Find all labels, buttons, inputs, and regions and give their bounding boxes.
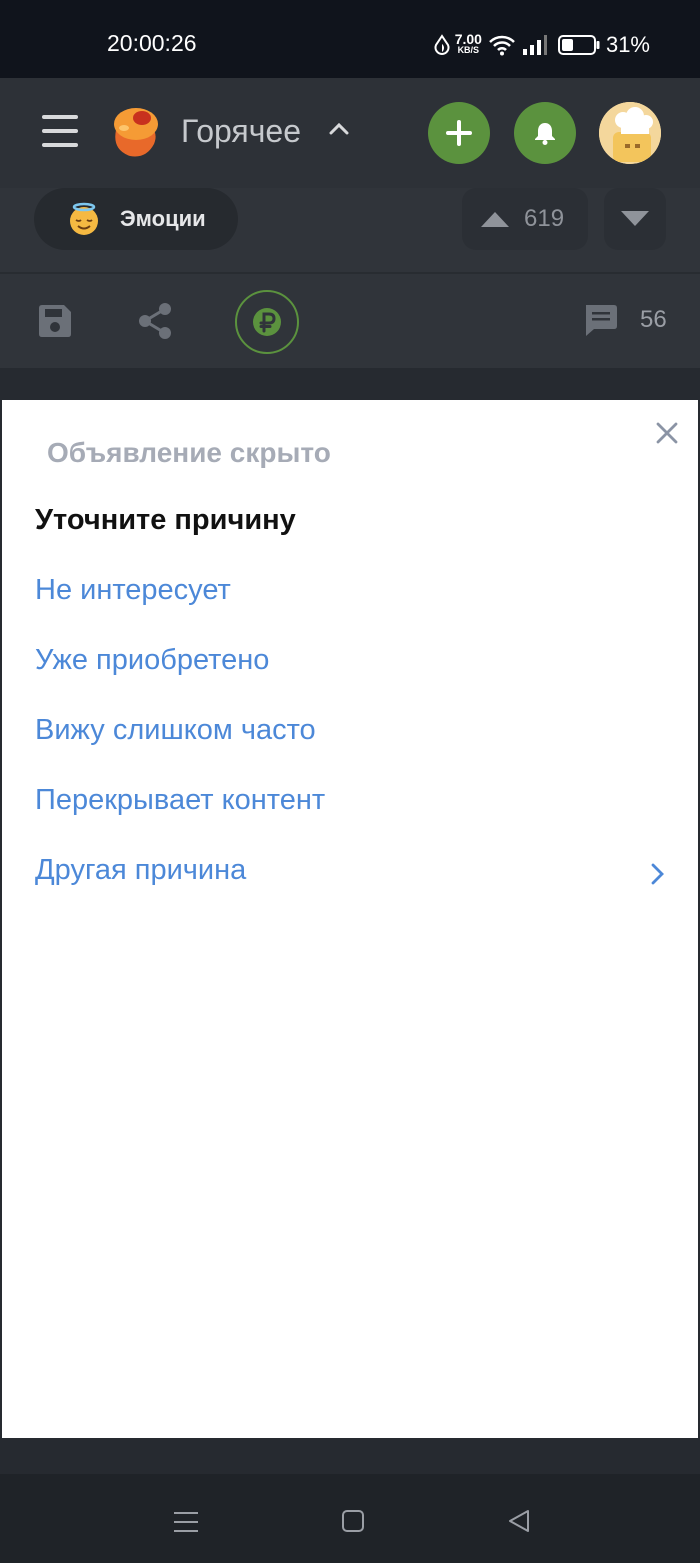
- donate-button[interactable]: [235, 290, 299, 354]
- share-icon[interactable]: [137, 302, 173, 345]
- angel-face-icon: [66, 201, 102, 237]
- comments-button[interactable]: 56: [582, 303, 667, 337]
- save-icon[interactable]: [36, 302, 74, 345]
- dialog-title: Объявление скрыто: [47, 437, 331, 468]
- chevron-up-icon[interactable]: [328, 118, 350, 145]
- comments-count: 56: [640, 306, 667, 333]
- recent-apps-icon[interactable]: [173, 1510, 199, 1539]
- notifications-button[interactable]: [514, 102, 576, 164]
- data-saver-icon: [433, 34, 451, 56]
- triangle-up-icon: [481, 212, 509, 227]
- tag-label: Эмоции: [120, 206, 206, 231]
- app-header: Горячее: [0, 78, 700, 190]
- downvote-button[interactable]: [604, 188, 666, 250]
- ruble-icon: [253, 308, 281, 336]
- reason-not-interested[interactable]: Не интересует: [35, 574, 231, 607]
- reason-already-bought[interactable]: Уже приобретено: [35, 644, 269, 677]
- reason-covers-content[interactable]: Перекрывает контент: [35, 784, 325, 817]
- feed-title[interactable]: Горячее: [181, 113, 301, 150]
- status-time: 20:00:26: [107, 30, 197, 56]
- hamburger-icon[interactable]: [42, 115, 78, 151]
- network-speed: 7.00 KB/S: [454, 31, 482, 55]
- pikabu-logo-icon[interactable]: [106, 104, 162, 160]
- status-bar: 20:00:26 7.00 KB/S 31%: [0, 0, 700, 78]
- status-icons: 7.00 KB/S 31%: [433, 32, 650, 58]
- triangle-down-icon: [621, 211, 649, 226]
- close-icon[interactable]: [654, 420, 680, 446]
- add-post-button[interactable]: [428, 102, 490, 164]
- dialog-heading: Уточните причину: [35, 504, 296, 536]
- battery-icon: [557, 34, 600, 56]
- signal-icon: [522, 34, 548, 56]
- home-icon[interactable]: [341, 1509, 365, 1538]
- ad-hidden-dialog: Объявление скрыто Уточните причину Не ин…: [2, 400, 698, 1438]
- back-icon[interactable]: [507, 1508, 531, 1539]
- wifi-icon: [488, 34, 516, 56]
- rating-count: 619: [524, 205, 565, 232]
- bell-icon: [535, 123, 555, 145]
- reason-other[interactable]: Другая причина: [35, 854, 246, 887]
- upvote-button[interactable]: 619: [462, 188, 588, 250]
- divider: [0, 272, 700, 274]
- post-tag[interactable]: Эмоции: [34, 188, 238, 250]
- system-nav-bar: [0, 1474, 700, 1563]
- post-card: Эмоции 619 56: [0, 188, 700, 400]
- post-gap: [0, 368, 700, 400]
- battery-percent: 31%: [605, 32, 650, 57]
- comment-icon: [586, 305, 617, 336]
- plus-icon: [446, 120, 472, 146]
- user-avatar-icon[interactable]: [599, 102, 661, 164]
- chevron-right-icon[interactable]: [650, 862, 666, 891]
- reason-seen-too-often[interactable]: Вижу слишком часто: [35, 714, 316, 747]
